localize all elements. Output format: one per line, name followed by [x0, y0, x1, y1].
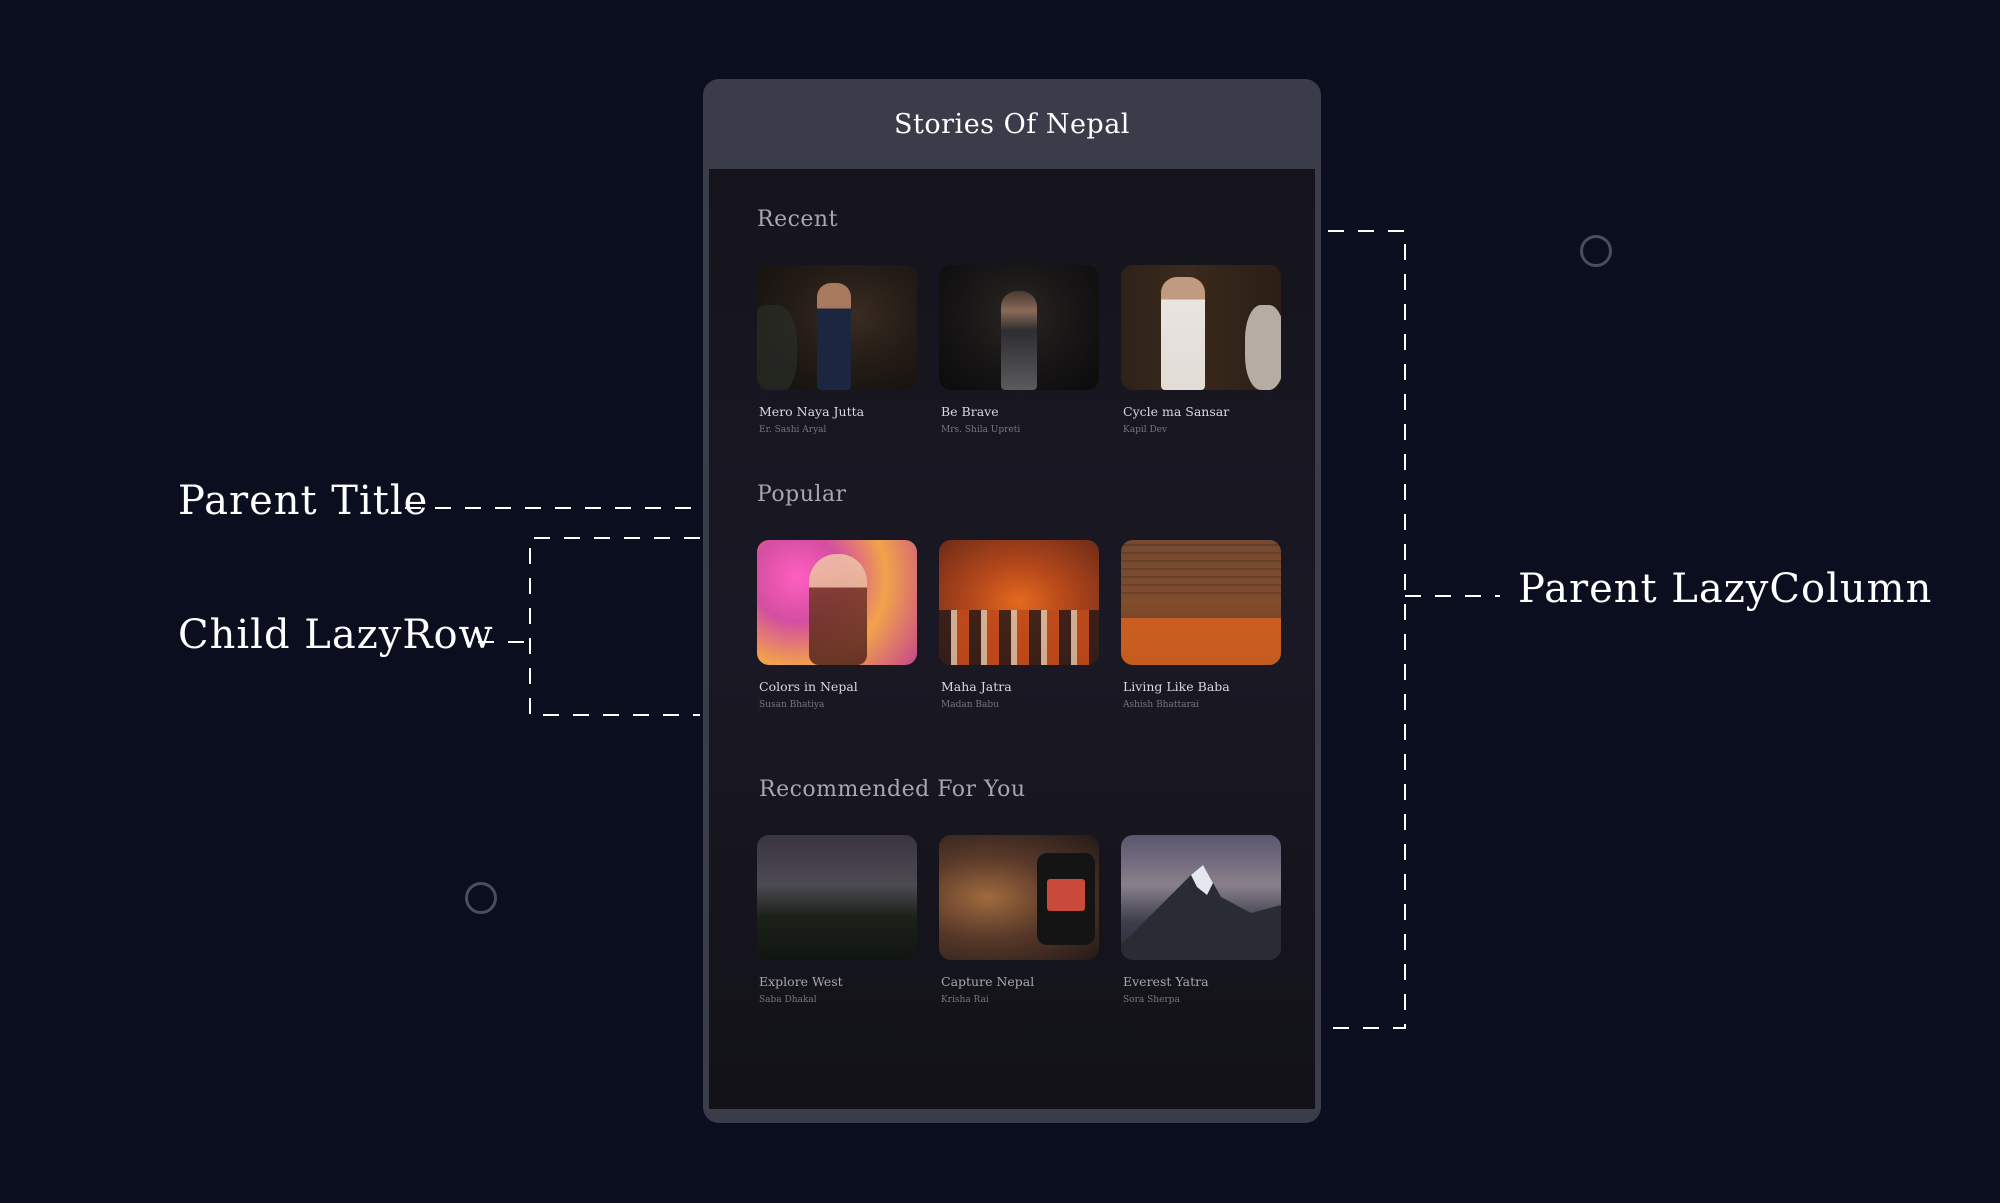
story-author: Saba Dhakal	[759, 995, 817, 1005]
decorative-ring	[1580, 235, 1612, 267]
story-thumbnail	[757, 265, 917, 390]
story-title: Living Like Baba	[1123, 679, 1230, 694]
story-thumbnail	[939, 835, 1099, 960]
story-card[interactable]: Everest Yatra Sora Sherpa	[1121, 835, 1281, 1005]
child-lazyrow[interactable]: Mero Naya Jutta Er. Sashi Aryal Be Brave…	[757, 265, 1281, 435]
child-lazyrow-label: Child LazyRow	[178, 612, 494, 658]
story-author: Mrs. Shila Upreti	[941, 425, 1021, 435]
story-title: Maha Jatra	[941, 679, 1012, 694]
story-author: Susan Bhatiya	[759, 700, 825, 710]
story-title: Cycle ma Sansar	[1123, 404, 1230, 419]
story-thumbnail	[939, 540, 1099, 665]
app-title: Stories Of Nepal	[894, 108, 1130, 140]
parent-title-label: Parent Title	[178, 478, 429, 524]
story-author: Ashish Bhattarai	[1123, 700, 1199, 710]
story-title: Colors in Nepal	[759, 679, 858, 694]
story-title: Capture Nepal	[941, 974, 1035, 989]
story-card[interactable]: Capture Nepal Krisha Rai	[939, 835, 1099, 1005]
story-thumbnail	[939, 265, 1099, 390]
story-card[interactable]: Maha Jatra Madan Babu	[939, 540, 1099, 710]
story-card[interactable]: Mero Naya Jutta Er. Sashi Aryal	[757, 265, 917, 435]
section-title: Recommended For You	[759, 777, 1026, 802]
story-card[interactable]: Living Like Baba Ashish Bhattarai	[1121, 540, 1281, 710]
section-title: Recent	[757, 207, 838, 232]
story-author: Madan Babu	[941, 700, 999, 710]
child-lazyrow[interactable]: Colors in Nepal Susan Bhatiya Maha Jatra…	[757, 540, 1281, 710]
story-card[interactable]: Colors in Nepal Susan Bhatiya	[757, 540, 917, 710]
section-title: Popular	[757, 482, 847, 507]
story-title: Everest Yatra	[1123, 974, 1209, 989]
child-lazyrow[interactable]: Explore West Saba Dhakal Capture Nepal K…	[757, 835, 1281, 1005]
story-title: Mero Naya Jutta	[759, 404, 865, 419]
decorative-ring	[465, 882, 497, 914]
story-thumbnail	[757, 835, 917, 960]
child-lazyrow-bracket	[529, 537, 700, 716]
story-thumbnail	[1121, 540, 1281, 665]
story-title: Explore West	[759, 974, 843, 989]
parent-lazycolumn-bracket	[1328, 230, 1406, 1029]
story-author: Sora Sherpa	[1123, 995, 1180, 1005]
story-thumbnail	[1121, 835, 1281, 960]
story-card[interactable]: Explore West Saba Dhakal	[757, 835, 917, 1005]
story-thumbnail	[1121, 265, 1281, 390]
story-author: Kapil Dev	[1123, 425, 1168, 435]
app-bar: Stories Of Nepal	[703, 79, 1321, 169]
story-thumbnail	[757, 540, 917, 665]
story-author: Er. Sashi Aryal	[759, 425, 827, 435]
story-card[interactable]: Cycle ma Sansar Kapil Dev	[1121, 265, 1281, 435]
story-author: Krisha Rai	[941, 995, 989, 1005]
story-title: Be Brave	[941, 404, 999, 419]
phone-frame: Stories Of Nepal Recent Mero Naya Jutta …	[703, 79, 1321, 1123]
parent-lazycolumn-label: Parent LazyColumn	[1518, 566, 1933, 612]
parent-lazycolumn[interactable]: Recent Mero Naya Jutta Er. Sashi Aryal B…	[709, 169, 1315, 1109]
story-card[interactable]: Be Brave Mrs. Shila Upreti	[939, 265, 1099, 435]
